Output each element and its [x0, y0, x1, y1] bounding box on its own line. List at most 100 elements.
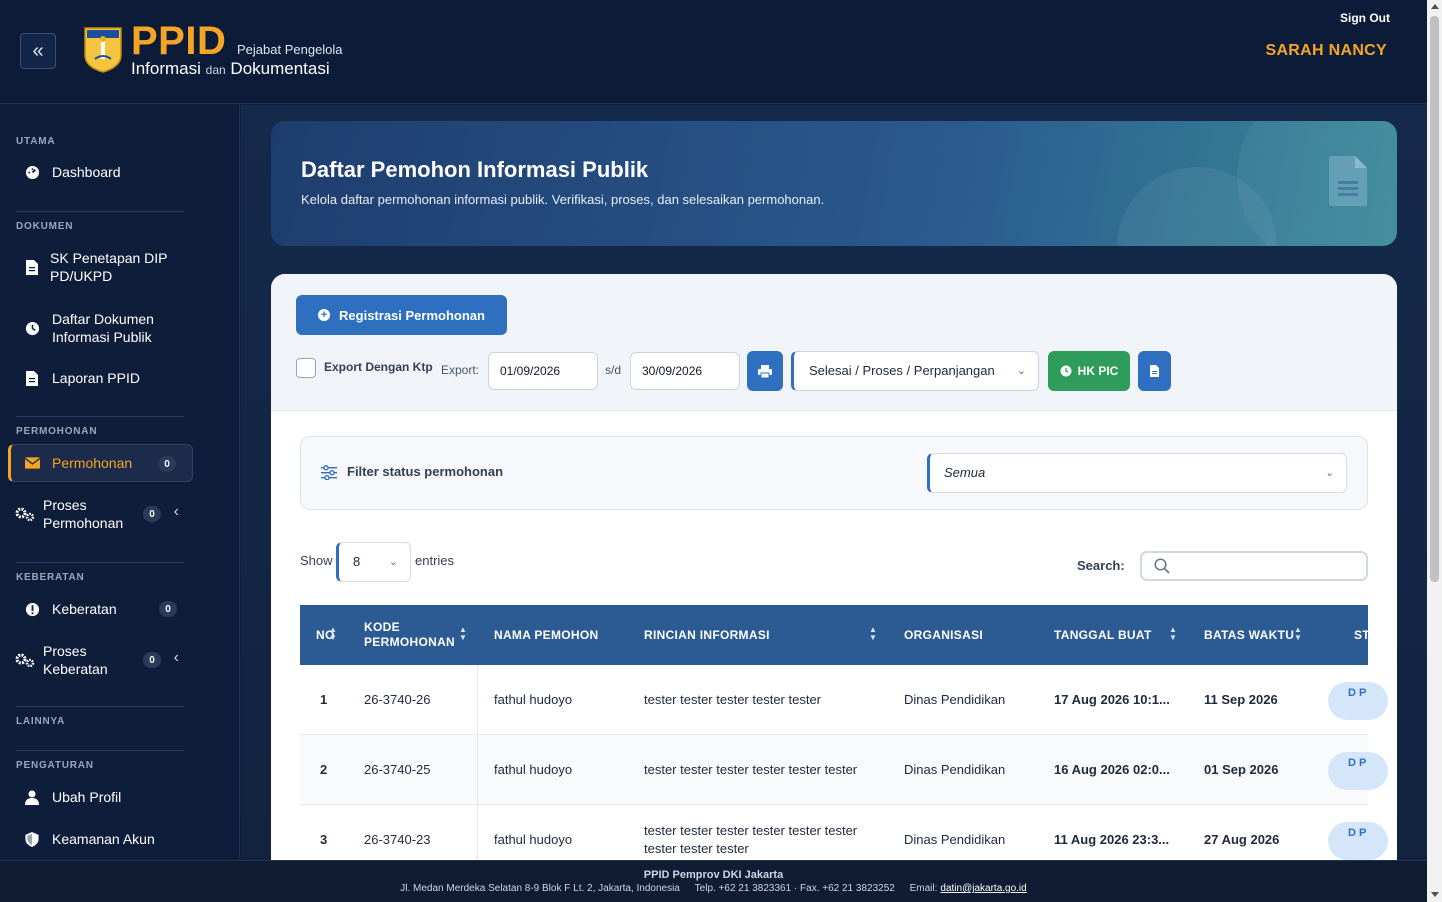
column-header-batas[interactable]: BATAS WAKTU	[1204, 605, 1294, 665]
footer-email-link[interactable]: datin@jakarta.go.id	[940, 883, 1026, 894]
search-label: Search:	[1077, 558, 1125, 573]
divider	[16, 750, 184, 751]
sort-icon: ▲ ▼	[869, 625, 878, 642]
date-from-input[interactable]: 01/09/2026	[488, 352, 598, 390]
column-header-rincian[interactable]: RINCIAN INFORMASI	[644, 605, 770, 665]
section-title-keberatan: KEBERATAN	[16, 572, 85, 583]
scroll-down-arrow-icon[interactable]	[1431, 892, 1439, 897]
page-title: Daftar Pemohon Informasi Publik	[301, 157, 649, 182]
sidebar-item-laporan[interactable]: Laporan PPID	[8, 369, 193, 387]
cogs-icon	[15, 652, 35, 668]
sidebar-item-keberatan[interactable]: Keberatan 0	[8, 600, 193, 618]
sidebar-item-keamanan-akun[interactable]: Keamanan Akun	[8, 830, 193, 848]
document-icon	[1329, 156, 1367, 206]
date-to-input[interactable]: 30/09/2026	[630, 352, 740, 390]
export-ktp-checkbox[interactable]	[296, 358, 316, 378]
filter-status-select[interactable]: Semua ⌄	[927, 453, 1347, 493]
cell-no: 2	[320, 762, 328, 777]
cell-nama: fathul hudoyo	[494, 832, 573, 847]
column-label: KODE PERMOHONAN	[364, 620, 456, 649]
double-chevron-left-icon: «	[32, 39, 44, 62]
button-label: Registrasi Permohonan	[339, 307, 485, 323]
footer-phone: Telp. +62 21 3823361 · Fax. +62 21 38232…	[694, 883, 895, 894]
logo-word-dan: dan	[205, 63, 226, 77]
file-icon	[24, 370, 40, 386]
cell-batas: 01 Sep 2026	[1204, 762, 1279, 777]
table-row[interactable]: 2 26-3740-25 fathul hudoyo tester tester…	[300, 735, 1388, 805]
count-badge: 0	[158, 456, 176, 472]
cell-nama: fathul hudoyo	[494, 692, 573, 707]
column-header-tanggal[interactable]: TANGGAL BUAT	[1054, 605, 1152, 665]
logo-text: PPID	[131, 19, 227, 63]
clock-icon	[1060, 365, 1072, 377]
status-select[interactable]: Selesai / Proses / Perpanjangan ⌄	[791, 351, 1039, 391]
sidebar-item-label: Proses Permohonan	[43, 497, 124, 531]
sidebar-item-dashboard[interactable]: Dashboard	[8, 163, 193, 181]
cell-nama: fathul hudoyo	[494, 762, 573, 777]
sidebar-item-label: Ubah Profil	[52, 789, 122, 805]
show-label: Show	[300, 553, 333, 568]
chevron-left-icon: ‹	[173, 649, 179, 666]
dashboard-icon	[24, 164, 40, 180]
column-header-kode[interactable]: KODE PERMOHONAN	[364, 605, 456, 665]
page-scrollbar[interactable]	[1427, 0, 1442, 902]
filter-label: Filter status permohonan	[347, 464, 504, 479]
permohonan-card: + Registrasi Permohonan Export Dengan Kt…	[271, 274, 1397, 860]
sign-out-link[interactable]: Sign Out	[1340, 11, 1390, 25]
sort-icon: ▲ ▼	[329, 625, 338, 642]
cell-tanggal: 16 Aug 2026 02:0...	[1054, 762, 1170, 777]
footer-email: Email: datin@jakarta.go.id	[910, 883, 1027, 894]
sidebar: UTAMA Dashboard DOKUMEN SK Penetapan DIP…	[0, 105, 240, 860]
sidebar-item-label: Laporan PPID	[52, 370, 140, 386]
sidebar-item-label: Proses Keberatan	[43, 643, 108, 677]
column-header-organisasi[interactable]: ORGANISASI	[904, 605, 983, 665]
clock-icon	[24, 320, 40, 336]
sidebar-item-label: Daftar Dokumen Informasi Publik	[52, 311, 154, 345]
date-range-separator: s/d	[605, 363, 622, 377]
cell-rincian: tester tester tester tester tester	[644, 692, 822, 707]
column-label: ST	[1354, 627, 1370, 642]
sidebar-item-daftar-dokumen[interactable]: Daftar Dokumen Informasi Publik	[8, 310, 193, 346]
user-name: SARAH NANCY	[1265, 42, 1387, 59]
entries-select[interactable]: 8 ⌄	[336, 542, 411, 582]
footer-contact: Jl. Medan Merdeka Selatan 8-9 Blok F Lt.…	[0, 883, 1427, 894]
hk-pic-button[interactable]: HK PIC	[1048, 351, 1130, 391]
scrollbar-thumb[interactable]	[1430, 16, 1439, 582]
sidebar-item-sk-penetapan[interactable]: SK Penetapan DIP PD/UKPD	[8, 249, 193, 285]
cell-kode: 26-3740-26	[364, 692, 431, 707]
cogs-icon	[15, 506, 35, 522]
cell-batas: 11 Sep 2026	[1204, 692, 1278, 707]
registrasi-permohonan-button[interactable]: + Registrasi Permohonan	[296, 295, 507, 335]
export-label: Export:	[441, 363, 480, 377]
status-badge[interactable]: D P	[1328, 822, 1388, 860]
column-header-status[interactable]: ST	[1354, 605, 1370, 665]
top-header: « PPID Pejabat Pengelola Informasi dan D…	[0, 0, 1427, 104]
search-icon	[1154, 558, 1170, 574]
sidebar-item-proses-permohonan[interactable]: Proses Permohonan 0 ‹	[8, 496, 193, 532]
status-filter-panel: Filter status permohonan Semua ⌄	[300, 436, 1368, 510]
plus-circle-icon: +	[318, 309, 331, 321]
column-label: BATAS WAKTU	[1204, 627, 1295, 642]
main-content: Daftar Pemohon Informasi Publik Kelola d…	[241, 105, 1427, 860]
sidebar-item-permohonan[interactable]: Permohonan 0	[8, 444, 193, 482]
sidebar-item-proses-keberatan[interactable]: Proses Keberatan 0 ‹	[8, 642, 193, 678]
scroll-up-arrow-icon[interactable]	[1431, 4, 1439, 9]
sidebar-item-ubah-profil[interactable]: Ubah Profil	[8, 788, 193, 806]
column-header-nama[interactable]: NAMA PEMOHON	[494, 605, 599, 665]
export-file-button[interactable]	[1138, 351, 1171, 391]
column-label: ORGANISASI	[904, 627, 984, 642]
footer-email-label: Email:	[909, 883, 938, 894]
table-row[interactable]: 3 26-3740-23 fathul hudoyo tester tester…	[300, 805, 1388, 860]
status-badge[interactable]: D P	[1328, 682, 1388, 720]
column-divider	[477, 665, 478, 735]
filter-select-value: Semua	[944, 465, 986, 480]
export-ktp-label: Export Dengan Ktp	[324, 360, 433, 374]
sort-icon: ▲ ▼	[1169, 625, 1178, 642]
sort-icon: ▲ ▼	[459, 625, 468, 642]
print-button[interactable]	[747, 351, 783, 391]
collapse-sidebar-button[interactable]: «	[20, 33, 56, 69]
status-badge[interactable]: D P	[1328, 752, 1388, 790]
cell-kode: 26-3740-23	[364, 832, 431, 847]
table-row[interactable]: 1 26-3740-26 fathul hudoyo tester tester…	[300, 665, 1388, 735]
search-input[interactable]	[1140, 551, 1368, 581]
